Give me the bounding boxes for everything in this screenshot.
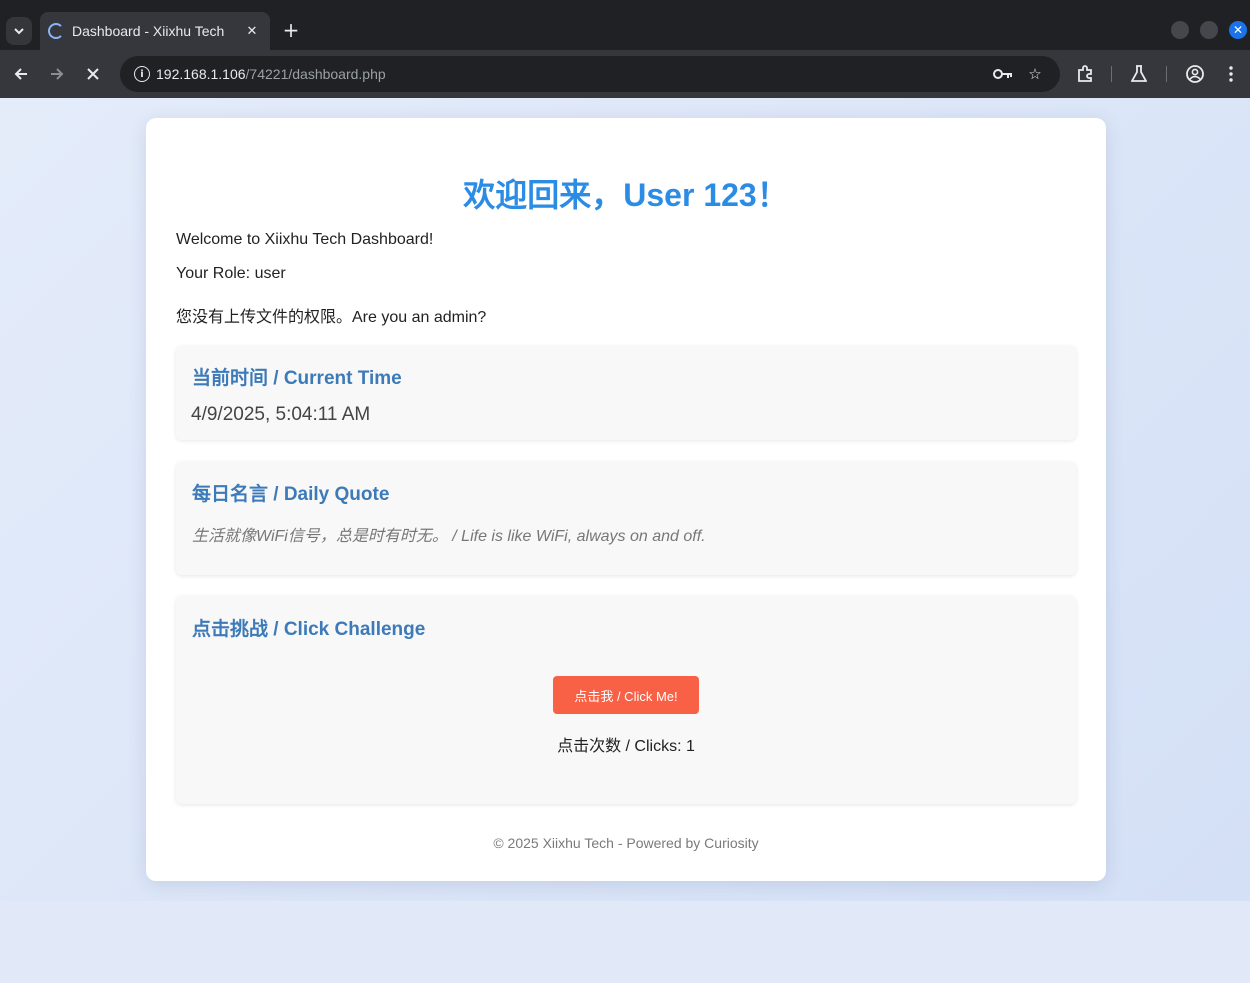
labs-flask-icon[interactable] [1128,63,1150,85]
tab-search-button[interactable] [6,17,32,45]
url-host: 192.168.1.106 [156,66,246,82]
address-bar[interactable]: i 192.168.1.106/74221/dashboard.php ☆ [120,56,1060,92]
minimize-button[interactable] [1171,21,1189,39]
maximize-button[interactable] [1200,21,1218,39]
footer-text: © 2025 Xiixhu Tech - Powered by Curiosit… [493,835,759,851]
new-tab-button[interactable]: + [280,18,302,44]
card-title: 点击挑战 / Click Challenge [192,619,426,640]
stop-loading-button[interactable] [81,62,105,86]
page-bottom-area [0,901,1250,983]
permission-text: 您没有上传文件的权限。Are you an admin? [176,309,487,326]
site-info-icon[interactable]: i [134,66,150,82]
window-close-button[interactable]: ✕ [1229,21,1247,39]
dashboard-container: 欢迎回来，User 123！ Welcome to Xiixhu Tech Da… [146,118,1106,881]
click-me-button[interactable]: 点击我 / Click Me! [553,676,699,714]
daily-quote-text: 生活就像WiFi信号，总是时有时无。 / Life is like WiFi, … [192,528,706,545]
arrow-right-icon [51,68,64,80]
extensions-puzzle-icon[interactable] [1074,63,1096,85]
back-button[interactable] [9,62,33,86]
card-title: 每日名言 / Daily Quote [192,484,390,505]
current-time-value: 4/9/2025, 5:04:11 AM [191,404,371,425]
card-title: 当前时间 / Current Time [192,368,402,389]
current-time-card: 当前时间 / Current Time 4/9/2025, 5:04:11 AM [176,346,1076,440]
browser-tab-bar: Dashboard - Xiixhu Tech ✕ + ✕ [0,0,1250,50]
close-icon: ✕ [1232,23,1244,37]
password-key-icon[interactable] [992,64,1014,84]
bookmark-star-icon[interactable]: ☆ [1024,64,1046,84]
click-challenge-card: 点击挑战 / Click Challenge 点击我 / Click Me! 点… [176,596,1076,804]
more-menu-icon[interactable] [1220,63,1242,85]
tab-close-icon[interactable]: ✕ [244,24,260,39]
daily-quote-card: 每日名言 / Daily Quote 生活就像WiFi信号，总是时有时无。 / … [176,462,1076,575]
toolbar-divider [1111,66,1112,82]
toolbar-divider [1166,66,1167,82]
role-text: Your Role: user [176,265,286,282]
browser-tab-active[interactable]: Dashboard - Xiixhu Tech ✕ [40,12,270,50]
click-count-text: 点击次数 / Clicks: 1 [557,738,695,755]
stop-x-icon [87,68,99,80]
url-path: /74221/dashboard.php [245,66,386,82]
welcome-text: Welcome to Xiixhu Tech Dashboard! [176,231,434,248]
browser-toolbar: i 192.168.1.106/74221/dashboard.php ☆ [0,50,1250,98]
arrow-left-icon [14,68,27,80]
page-viewport: 欢迎回来，User 123！ Welcome to Xiixhu Tech Da… [0,98,1250,901]
tab-title: Dashboard - Xiixhu Tech [72,23,225,39]
profile-avatar-icon[interactable] [1184,63,1206,85]
loading-spinner-icon [48,23,64,39]
forward-button[interactable] [45,62,69,86]
welcome-heading: 欢迎回来，User 123！ [463,177,789,213]
chevron-down-icon [14,28,24,35]
